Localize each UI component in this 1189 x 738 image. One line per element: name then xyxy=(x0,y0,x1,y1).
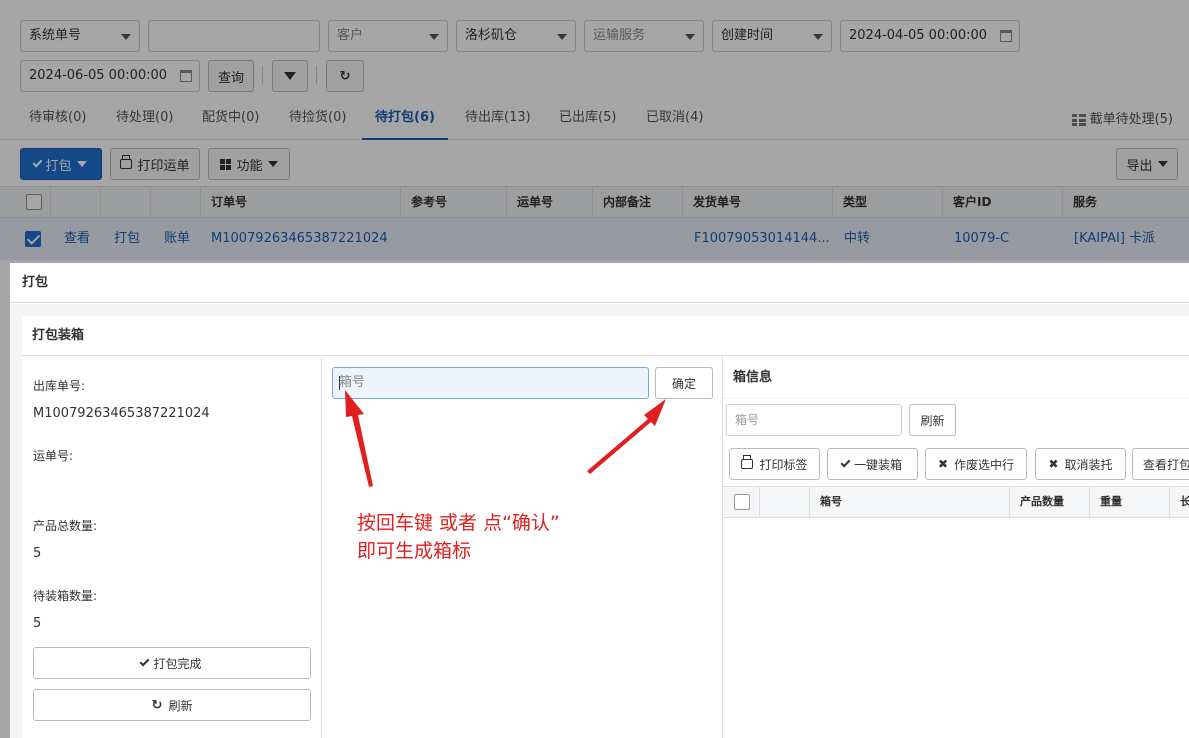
box-refresh-button[interactable]: 刷新 xyxy=(909,404,956,436)
finish-pack-button[interactable]: 打包完成 xyxy=(33,647,311,679)
finish-pack-label: 打包完成 xyxy=(153,656,202,671)
box-table-header-weight: 重量 xyxy=(1089,487,1169,517)
packing-panel: 打包装箱 出库单号: M10079263465387221024 运单号: 产品… xyxy=(22,316,1189,738)
void-selected-button[interactable]: ✖ 作废选中行 xyxy=(925,448,1027,480)
pending-qty-value: 5 xyxy=(33,616,42,631)
box-table-header-box-no: 箱号 xyxy=(809,487,1009,517)
one-click-pack-button[interactable]: 一键装箱 xyxy=(827,448,918,480)
print-label-button[interactable]: 打印标签 xyxy=(729,448,820,480)
annotation-line-1: 按回车键 或者 点“确认” xyxy=(357,512,560,534)
modal-title: 打包 xyxy=(10,263,1189,303)
total-qty-value: 5 xyxy=(33,546,42,561)
box-table-header-blank xyxy=(759,487,809,517)
box-table-header-length: 长 xyxy=(1169,487,1189,517)
pending-qty-label: 待装箱数量: xyxy=(33,589,98,603)
order-info-column: 出库单号: M10079263465387221024 运单号: 产品总数量: … xyxy=(22,357,322,738)
cancel-pallet-button[interactable]: ✖ 取消装托 xyxy=(1035,448,1126,480)
view-pack-button[interactable]: 查看打包 xyxy=(1132,448,1189,480)
close-icon: ✖ xyxy=(1048,457,1059,471)
box-input-column: 箱号 确定 按回车键 或者 点“确认” 即可生成箱标 xyxy=(322,357,723,738)
panel-title: 打包装箱 xyxy=(22,316,1189,356)
print-label-text: 打印标签 xyxy=(759,457,808,472)
box-info-column: 箱信息 箱号 刷新 打印标签 一键装箱 ✖ 作废选中行 ✖ 取消装托 查看打包 … xyxy=(723,357,1189,738)
box-select-all-checkbox[interactable] xyxy=(734,494,750,510)
confirm-button[interactable]: 确定 xyxy=(655,367,713,399)
box-info-title: 箱信息 xyxy=(723,357,1189,399)
annotation-text: 按回车键 或者 点“确认” 即可生成箱标 xyxy=(357,509,560,565)
box-table-header-qty: 产品数量 xyxy=(1009,487,1089,517)
annotation-line-2: 即可生成箱标 xyxy=(357,540,472,562)
outbound-no-value: M10079263465387221024 xyxy=(33,406,210,421)
cancel-pallet-text: 取消装托 xyxy=(1064,457,1113,472)
box-no-input[interactable]: 箱号 xyxy=(332,367,649,399)
refresh-button[interactable]: ↻ 刷新 xyxy=(33,689,311,721)
check-icon xyxy=(140,656,150,667)
waybill-no-label: 运单号: xyxy=(33,449,74,463)
refresh-icon: ↻ xyxy=(151,697,163,713)
box-search-input[interactable]: 箱号 xyxy=(726,404,902,436)
box-table-header: 箱号 产品数量 重量 长 xyxy=(723,486,1189,518)
close-icon: ✖ xyxy=(937,457,949,471)
printer-icon xyxy=(741,455,754,469)
pack-modal: 打包 打包装箱 出库单号: M10079263465387221024 运单号:… xyxy=(10,263,1189,738)
modal-body: 打包装箱 出库单号: M10079263465387221024 运单号: 产品… xyxy=(10,304,1189,738)
void-selected-text: 作废选中行 xyxy=(954,457,1015,472)
one-click-pack-text: 一键装箱 xyxy=(853,457,902,472)
refresh-label: 刷新 xyxy=(168,698,193,713)
total-qty-label: 产品总数量: xyxy=(33,519,98,533)
outbound-no-label: 出库单号: xyxy=(33,379,86,393)
check-icon xyxy=(840,457,851,468)
